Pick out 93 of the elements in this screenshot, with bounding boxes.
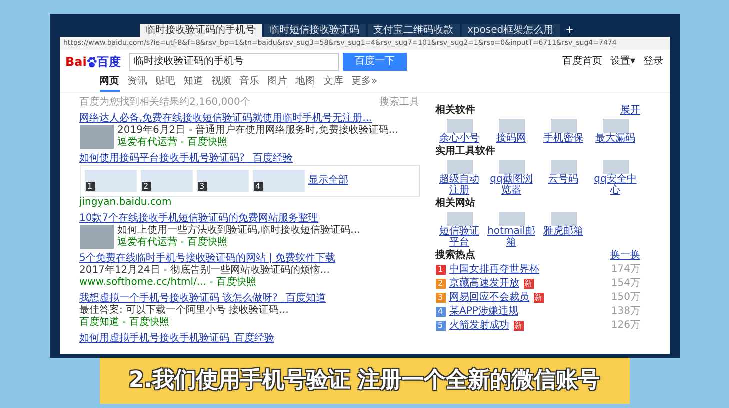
nav-tab[interactable]: 资讯 bbox=[128, 75, 148, 92]
logo-text: Bai bbox=[66, 56, 87, 68]
search-count: 150万 bbox=[611, 292, 640, 304]
nav-tab[interactable]: 更多» bbox=[352, 75, 378, 92]
rank-number: 1 bbox=[436, 265, 446, 275]
nav-tab[interactable]: 图片 bbox=[268, 75, 288, 92]
paw-icon bbox=[86, 56, 97, 68]
app-thumbnail bbox=[550, 212, 576, 226]
result-snippet: 2017年12月24日 - 彻底告别一些网站收验证码的烦恼... bbox=[80, 265, 331, 276]
result-title[interactable]: 我想虚拟一个手机号接收验证码 该怎么做呀? _百度知道 bbox=[80, 293, 420, 305]
app-name[interactable]: 余心小号 bbox=[436, 133, 484, 144]
app-name[interactable]: qq截图浏览器 bbox=[488, 174, 536, 196]
nav-tab[interactable]: 音乐 bbox=[240, 75, 260, 92]
section-heading: 相关软件 bbox=[436, 105, 476, 117]
app-name[interactable]: 雅虎邮箱 bbox=[540, 226, 588, 237]
browser-tab[interactable]: xposed框架怎么用 bbox=[462, 24, 560, 37]
app-thumbnail bbox=[446, 212, 472, 226]
search-button[interactable]: 百度一下 bbox=[342, 53, 407, 71]
app-name[interactable]: 短信验证平台 bbox=[436, 226, 484, 248]
app-name[interactable]: hotmail邮箱 bbox=[488, 226, 536, 248]
step-number: 4 bbox=[254, 182, 263, 191]
hot-topic-link[interactable]: 京藏高速发开放 bbox=[450, 278, 520, 290]
logo-text: 百度 bbox=[96, 56, 121, 68]
result-title[interactable]: 如何用虚拟手机号接收手机验证码_百度经验 bbox=[80, 333, 420, 345]
section-heading: 实用工具软件 bbox=[436, 146, 496, 158]
hot-topic-link[interactable]: 中国女排再夺世界杯 bbox=[450, 264, 540, 276]
search-count: 138万 bbox=[611, 306, 640, 318]
app-name[interactable]: 超级自动注册 bbox=[436, 174, 484, 196]
hot-topic-link[interactable]: 网易回应不会裁员 bbox=[450, 292, 530, 304]
app-name[interactable]: 手机密保 bbox=[540, 133, 588, 144]
top-link[interactable]: 登录 bbox=[644, 56, 664, 68]
rank-number: 5 bbox=[436, 321, 446, 331]
hot-topic-link[interactable]: 某APP涉嫌违规 bbox=[450, 306, 518, 318]
nav-tab[interactable]: 知道 bbox=[184, 75, 204, 92]
result-title[interactable]: 网络达人必备,免费在线接收短信验证码就使用临时手机号无注册... bbox=[80, 113, 420, 125]
rank-number: 4 bbox=[436, 307, 446, 317]
app-thumbnail bbox=[602, 160, 628, 174]
section-action-link[interactable]: 展开 bbox=[620, 105, 640, 117]
app-thumbnail bbox=[498, 212, 524, 226]
app-thumbnail bbox=[498, 119, 524, 133]
rank-number: 3 bbox=[436, 293, 446, 303]
nav-tab[interactable]: 文库 bbox=[324, 75, 344, 92]
new-badge: 新 bbox=[514, 321, 524, 331]
app-thumbnail bbox=[498, 160, 524, 174]
show-all-link[interactable]: 显示全部 bbox=[308, 175, 348, 187]
subtitle: 2.我们使用手机号验证 注册一个全新的微信账号 bbox=[128, 368, 600, 394]
app-thumbnail bbox=[550, 119, 576, 133]
app-name[interactable]: 接码网 bbox=[488, 133, 536, 144]
result-snippet: 如何上使用一些方法收到验证码,临时接收短信验证码... bbox=[118, 225, 360, 236]
top-link[interactable]: 百度首页 bbox=[562, 56, 602, 68]
result-title[interactable]: 如何使用接码平台接收手机号验证码? _百度经验 bbox=[80, 153, 420, 165]
app-thumbnail bbox=[602, 119, 628, 133]
app-name[interactable]: 云号码 bbox=[540, 174, 588, 185]
search-count: 126万 bbox=[611, 320, 640, 332]
section-action-link[interactable]: 换一换 bbox=[610, 250, 640, 262]
rank-number: 2 bbox=[436, 279, 446, 289]
result-count: 百度为您找到相关结果约2,160,000个 bbox=[80, 97, 250, 109]
photo-placeholder bbox=[80, 225, 114, 249]
browser-tab[interactable]: 支付宝二维码收款 bbox=[368, 24, 460, 37]
step-number: 2 bbox=[142, 182, 151, 191]
search-field[interactable]: 临时接收验证码的手机号 bbox=[128, 53, 339, 71]
app-thumbnail bbox=[446, 160, 472, 174]
result-title[interactable]: 10款7个在线接收手机短信验证码的免费网站服务整理 bbox=[80, 213, 420, 225]
app-name[interactable]: 最大漏码 bbox=[592, 133, 640, 144]
new-tab-button[interactable]: + bbox=[566, 25, 574, 37]
result-source[interactable]: 逗爱有代运营 - 百度快照 bbox=[118, 137, 398, 149]
nav-tab[interactable]: 视频 bbox=[212, 75, 232, 92]
result-source[interactable]: 逗爱有代运营 - 百度快照 bbox=[118, 237, 360, 249]
browser-tab[interactable]: 临时短信接收验证码 bbox=[264, 24, 366, 37]
result-title[interactable]: 5个免费在线临时手机号接收验证码的网站 | 免费软件下载 bbox=[80, 253, 420, 265]
nav-tab[interactable]: 地图 bbox=[296, 75, 316, 92]
app-thumbnail bbox=[550, 160, 576, 174]
nav-tab[interactable]: 贴吧 bbox=[156, 75, 176, 92]
section-heading: 搜索热点 bbox=[436, 250, 476, 262]
search-count: 154万 bbox=[611, 278, 640, 290]
hot-topic-link[interactable]: 火箭发射成功 bbox=[450, 320, 510, 332]
result-source[interactable]: www.softhome.cc/html/... - 百度快照 bbox=[80, 277, 420, 289]
result-source[interactable]: 百度知道 - 百度快照 bbox=[80, 317, 420, 329]
result-source[interactable]: jingyan.baidu.com bbox=[80, 197, 420, 209]
search-count: 174万 bbox=[611, 264, 640, 276]
app-thumbnail bbox=[446, 119, 472, 133]
section-heading: 相关网站 bbox=[436, 198, 476, 210]
new-badge: 新 bbox=[534, 293, 544, 303]
step-number: 3 bbox=[198, 182, 207, 191]
photo-placeholder bbox=[80, 125, 114, 149]
nav-tab[interactable]: 网页 bbox=[100, 75, 120, 92]
top-link[interactable]: 设置▾ bbox=[610, 56, 636, 68]
result-snippet: 2019年6月2日 - 普通用户在使用网络服务时,免费接收验证码... bbox=[118, 125, 398, 136]
new-badge: 新 bbox=[524, 279, 534, 289]
app-name[interactable]: qq安全中心 bbox=[592, 174, 640, 196]
step-number: 1 bbox=[86, 182, 95, 191]
browser-tab[interactable]: 临时接收验证码的手机号 bbox=[140, 24, 262, 37]
result-snippet: 最佳答案: 可以下载一个阿里小号 接收验证码... bbox=[80, 305, 290, 316]
